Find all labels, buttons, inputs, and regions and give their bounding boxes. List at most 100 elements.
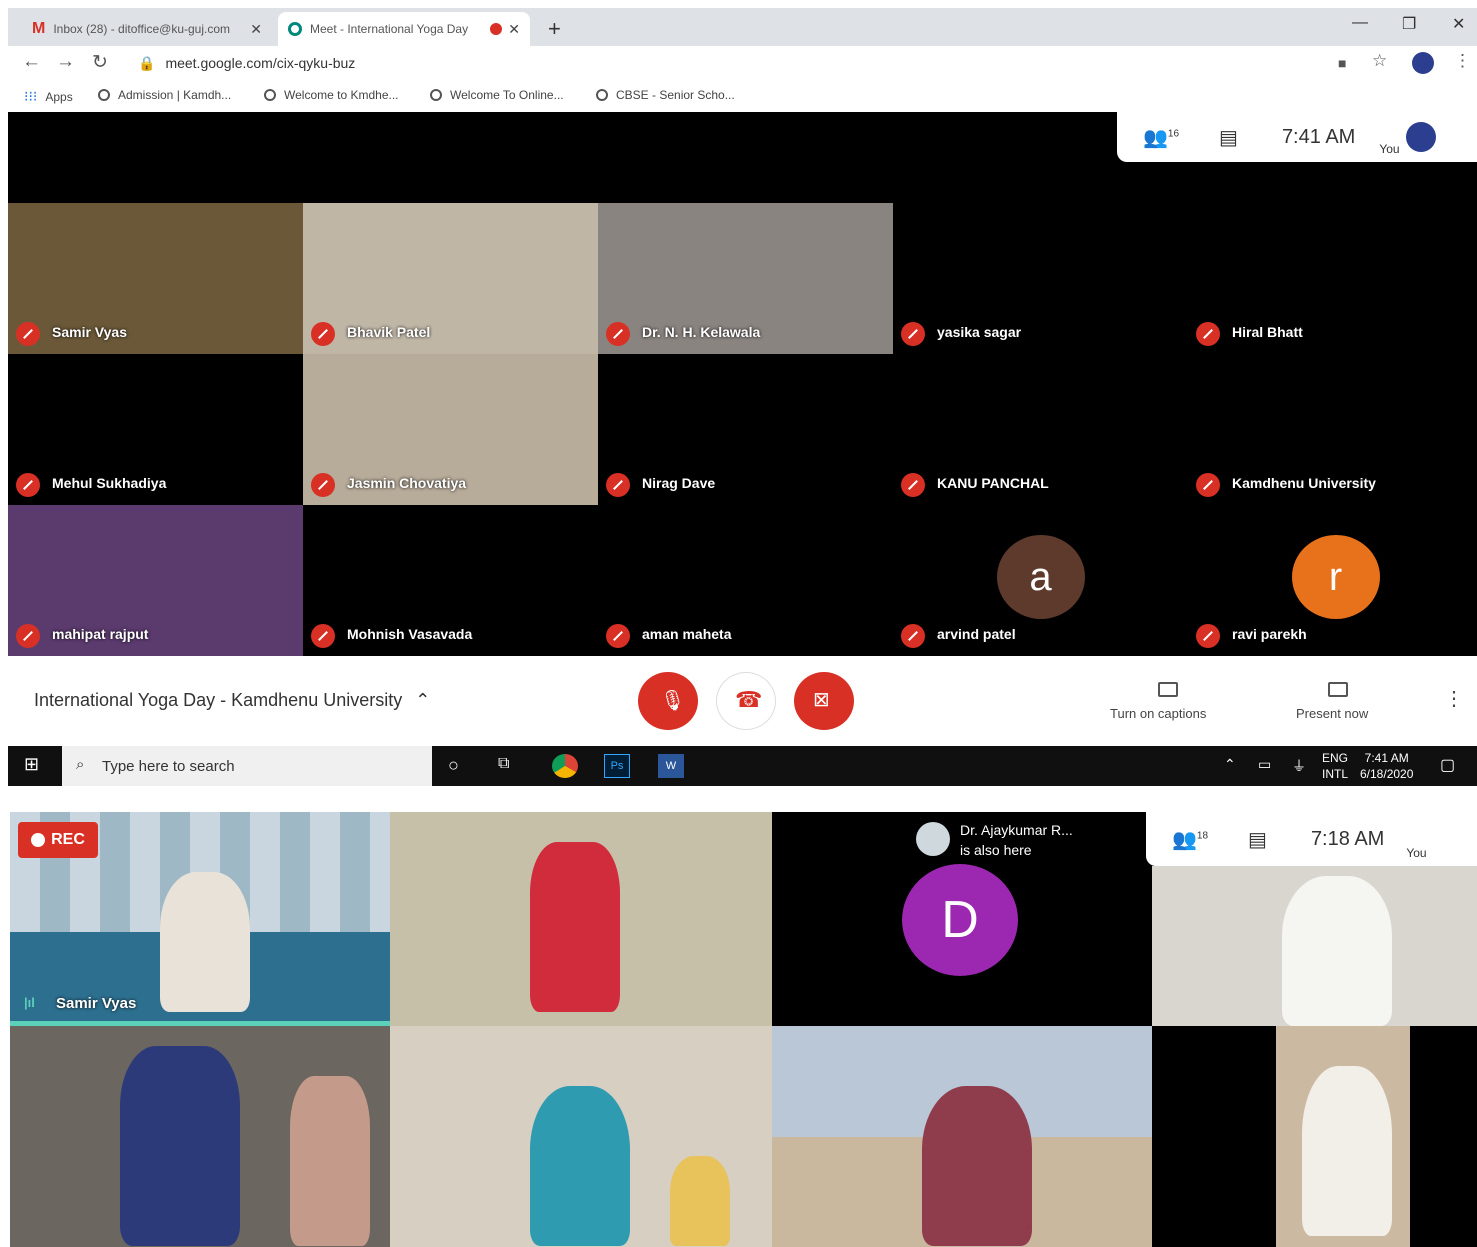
participant-tile[interactable]: KANU PANCHAL — [893, 354, 1188, 505]
chevron-up-icon[interactable]: ⌃ — [1224, 756, 1236, 773]
chat-icon[interactable]: ▤ — [1248, 827, 1267, 852]
bookmark-admission[interactable]: Admission | Kamdh... — [98, 88, 231, 102]
cortana-icon[interactable]: ○ — [448, 755, 459, 776]
taskbar-clock[interactable]: 7:41 AM 6/18/2020 — [1360, 750, 1413, 782]
participant-tile[interactable]: Kamdhenu University — [1188, 354, 1477, 505]
participants-icon[interactable]: 👥16 — [1143, 125, 1179, 150]
participant-tile[interactable]: Nirag Dave — [598, 354, 893, 505]
chat-icon[interactable]: ▤ — [1219, 125, 1238, 150]
forward-icon[interactable]: → — [56, 51, 75, 73]
url-field[interactable]: 🔒 meet.google.com/cix-qyku-buz — [138, 55, 355, 72]
self-label: You — [1406, 846, 1427, 860]
participant-tile[interactable]: Samir Vyas — [8, 203, 303, 354]
battery-icon[interactable]: ▭ — [1258, 756, 1271, 773]
mic-muted-icon — [311, 473, 335, 497]
present-icon[interactable] — [1328, 682, 1348, 697]
participant-name: Jasmin Chovatiya — [347, 475, 467, 491]
participant-name: mahipat rajput — [52, 626, 149, 642]
participant-name: Bhavik Patel — [347, 324, 431, 340]
tab-strip: M Inbox (28) - ditoffice@ku-guj.com ✕ Me… — [8, 8, 1477, 46]
participant-tile[interactable]: Mohnish Vasavada — [303, 505, 598, 656]
reload-icon[interactable]: ↻ — [92, 51, 108, 74]
participant-name: Dr. N. H. Kelawala — [642, 324, 761, 340]
participant-avatar: D — [902, 864, 1018, 976]
photoshop-icon[interactable]: Ps — [604, 754, 630, 778]
windows-taskbar: ⊞ ⌕ Type here to search ○ ⧉ Ps W ⌃ ▭ ⏚ E… — [8, 746, 1477, 786]
participant-tile[interactable]: mahipat rajput — [8, 505, 303, 656]
site-icon — [98, 89, 110, 101]
globe-icon — [596, 89, 608, 101]
participant-tile[interactable]: aman maheta — [598, 505, 893, 656]
video-tile — [390, 812, 772, 1026]
recording-indicator-icon — [490, 23, 503, 35]
mic-muted-icon — [901, 624, 925, 648]
minimize-icon[interactable]: — — [1352, 14, 1368, 32]
menu-icon[interactable]: ⋮ — [1454, 51, 1471, 71]
participant-name: Hiral Bhatt — [1232, 324, 1303, 340]
participant-name: arvind patel — [937, 626, 1016, 642]
restore-icon[interactable]: ❐ — [1402, 14, 1416, 34]
language-indicator[interactable]: ENG INTL — [1322, 750, 1348, 782]
apps-grid-icon: ⁝⁝⁝ — [24, 88, 38, 104]
video-tile-speaker: REC |ıl Samir Vyas — [10, 812, 390, 1026]
more-options-icon[interactable]: ⋮ — [1444, 686, 1464, 711]
participant-tile[interactable]: Hiral Bhatt — [1188, 203, 1477, 354]
participant-name: ravi parekh — [1232, 626, 1307, 642]
tab-gmail[interactable]: M Inbox (28) - ditoffice@ku-guj.com ✕ — [22, 12, 272, 46]
camera-toggle-button[interactable]: ⊠ — [794, 672, 854, 730]
windows-start-icon[interactable]: ⊞ — [24, 754, 39, 775]
mic-muted-icon — [1196, 322, 1220, 346]
new-tab-icon[interactable]: + — [548, 16, 561, 42]
network-icon[interactable]: ⏚ — [1292, 756, 1306, 776]
bookmark-online[interactable]: Welcome To Online... — [430, 88, 564, 102]
participant-name: KANU PANCHAL — [937, 475, 1049, 491]
chrome-icon[interactable] — [552, 754, 578, 778]
participant-name: yasika sagar — [937, 324, 1022, 340]
meet-screenshot-1: M Inbox (28) - ditoffice@ku-guj.com ✕ Me… — [8, 0, 1477, 786]
taskbar-search[interactable]: ⌕ Type here to search — [62, 746, 432, 786]
bookmark-kmdhe[interactable]: Welcome to Kmdhe... — [264, 88, 399, 102]
participant-name: Mohnish Vasavada — [347, 626, 473, 642]
participant-tile[interactable]: Jasmin Chovatiya — [303, 354, 598, 505]
participant-tile[interactable]: Dr. N. H. Kelawala — [598, 203, 893, 354]
task-view-icon[interactable]: ⧉ — [498, 755, 509, 773]
present-button[interactable]: Present now — [1296, 706, 1368, 721]
mic-muted-icon — [16, 322, 40, 346]
participant-tile[interactable]: Mehul Sukhadiya — [8, 354, 303, 505]
bookmark-apps[interactable]: ⁝⁝⁝ Apps — [24, 88, 73, 105]
participant-tile[interactable]: a arvind patel — [893, 505, 1188, 656]
participant-tile[interactable]: r ravi parekh — [1188, 505, 1477, 656]
mic-muted-icon — [311, 322, 335, 346]
meeting-title[interactable]: International Yoga Day - Kamdhenu Univer… — [34, 690, 430, 711]
bookmark-cbse[interactable]: CBSE - Senior Scho... — [596, 88, 735, 102]
captions-button[interactable]: Turn on captions — [1110, 706, 1206, 721]
mic-muted-icon — [16, 473, 40, 497]
video-tile — [772, 1026, 1152, 1247]
participant-tile[interactable]: yasika sagar — [893, 203, 1188, 354]
close-tab-icon[interactable]: ✕ — [250, 21, 262, 38]
close-tab-icon[interactable]: ✕ — [508, 21, 520, 38]
participant-avatar: r — [1291, 535, 1380, 619]
mic-toggle-button[interactable]: 🎙 — [638, 672, 698, 730]
star-icon[interactable]: ☆ — [1372, 51, 1387, 71]
close-window-icon[interactable]: ✕ — [1452, 14, 1465, 34]
tab-meet[interactable]: Meet - International Yoga Day ✕ — [278, 12, 530, 46]
participant-tile[interactable]: Bhavik Patel — [303, 203, 598, 354]
video-tile — [1152, 1026, 1477, 1247]
mic-muted-icon — [606, 624, 630, 648]
word-icon[interactable]: W — [658, 754, 684, 778]
mic-muted-icon — [1196, 473, 1220, 497]
notifications-icon[interactable]: ▢ — [1440, 755, 1455, 775]
back-icon[interactable]: ← — [22, 51, 41, 73]
participants-icon[interactable]: 👥18 — [1172, 827, 1208, 852]
profile-avatar[interactable] — [1412, 52, 1434, 74]
meet-screenshot-2: REC |ıl Samir Vyas D Dr. Ajaykumar R... … — [10, 812, 1477, 1247]
captions-icon[interactable] — [1158, 682, 1178, 697]
leave-call-button[interactable]: ☎ — [716, 672, 776, 730]
meet-top-bar: 👥18 ▤ 7:18 AM You — [1146, 812, 1477, 866]
video-tile — [1152, 866, 1477, 1026]
camera-icon[interactable]: ■ — [1338, 55, 1346, 71]
camera-off-icon: ⊠ — [813, 689, 830, 711]
participant-avatar: a — [996, 535, 1085, 619]
meet-video-grid: 👥16 ▤ 7:41 AM You Samir Vyas Bhavik Patel… — [8, 112, 1477, 656]
